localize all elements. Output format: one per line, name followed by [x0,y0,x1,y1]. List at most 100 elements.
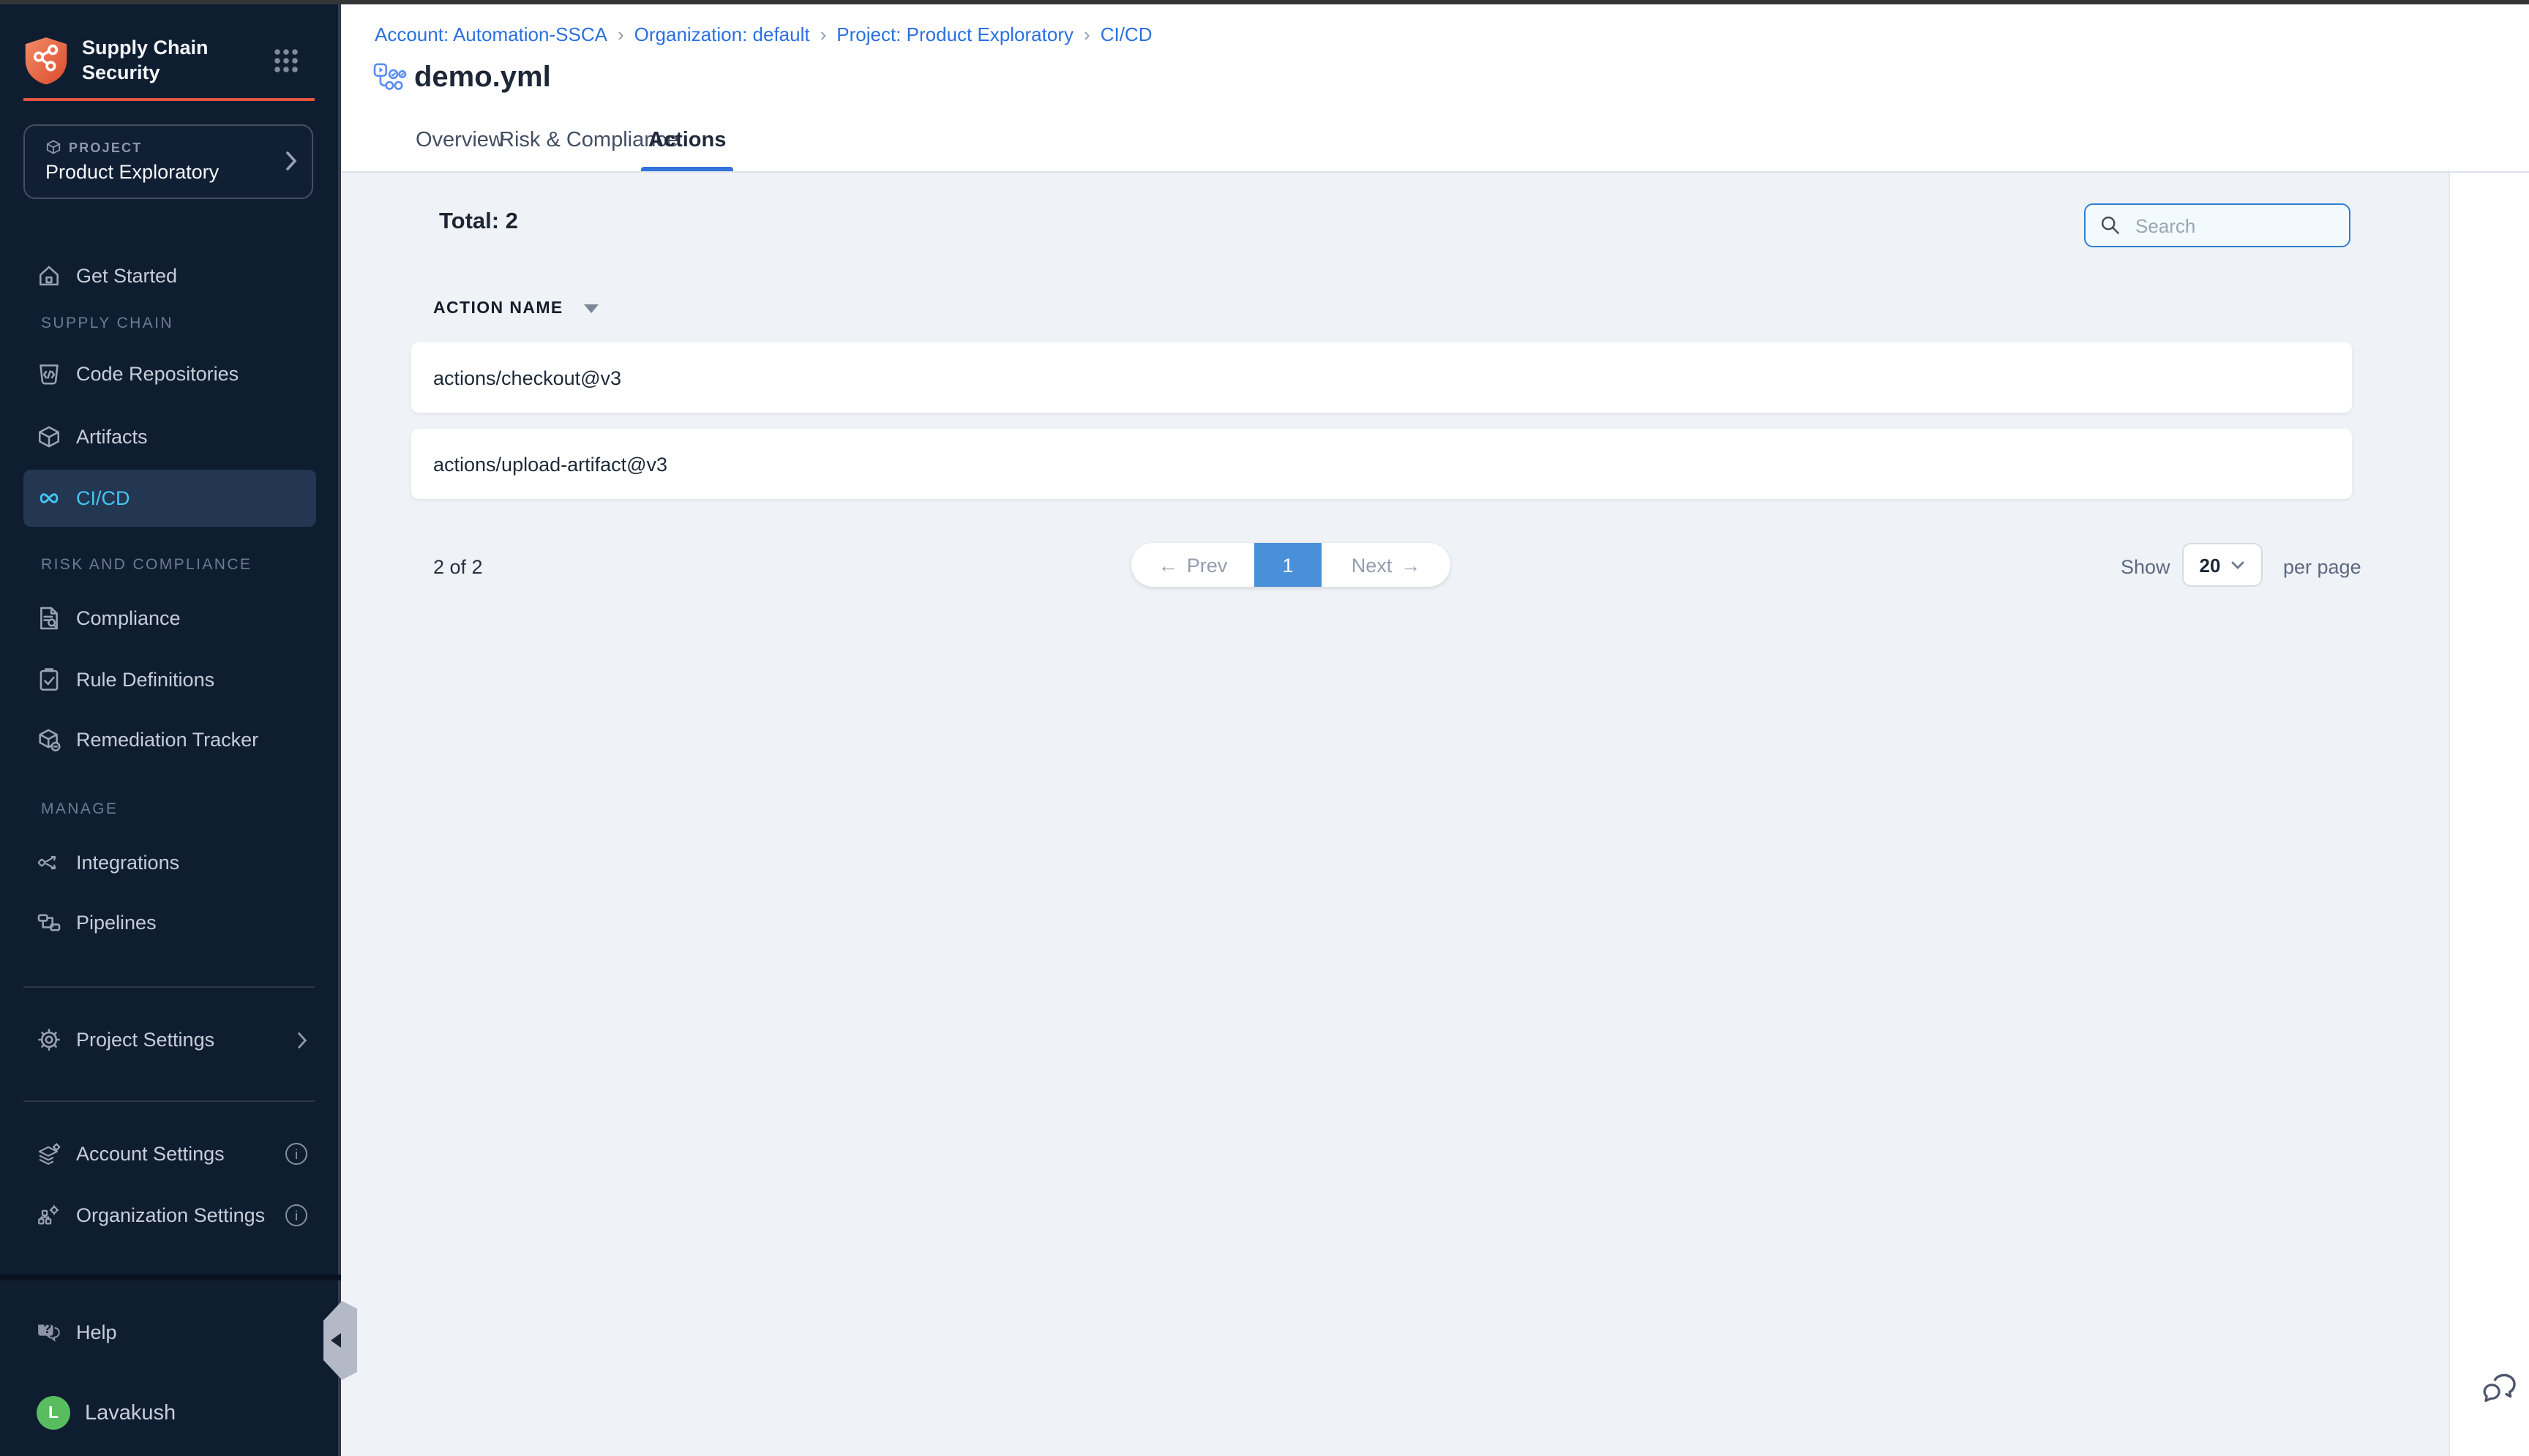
breadcrumb-organization-link[interactable]: Organization: default [634,23,810,45]
sidebar-item-label: CI/CD [76,487,130,509]
app-window: Supply ChainSecurity PROJECT Product Exp… [0,0,2529,1456]
sidebar-item-organization-settings[interactable]: Organization Settings i [23,1187,316,1244]
sidebar: Supply ChainSecurity PROJECT Product Exp… [0,4,341,1456]
sidebar-item-label: Get Started [76,265,177,287]
chevron-right-icon [297,1031,307,1048]
sidebar-item-cicd[interactable]: CI/CD [23,470,316,527]
action-name: actions/checkout@v3 [433,367,621,389]
brand-accent-divider [23,98,315,101]
sidebar-item-remediation-tracker[interactable]: Remediation Tracker [23,711,316,768]
sidebar-item-project-settings[interactable]: Project Settings [23,1011,316,1068]
breadcrumb-cicd-link[interactable]: CI/CD [1101,23,1153,45]
box-wrench-icon [37,727,61,752]
sidebar-item-label: Artifacts [76,426,148,448]
per-page-label: per page [2283,556,2361,578]
sidebar-item-label: Remediation Tracker [76,729,258,751]
sidebar-item-label: Code Repositories [76,363,239,385]
tab-bar: Overview Risk & Compliance Actions [341,111,2529,173]
share-network-icon [37,850,61,875]
total-count-label: Total: 2 [439,209,518,236]
sidebar-item-compliance[interactable]: Compliance [23,590,316,647]
next-page-button[interactable]: Next → [1322,543,1450,587]
pagination-range-label: 2 of 2 [433,556,483,578]
action-name: actions/upload-artifact@v3 [433,453,667,475]
sidebar-section-risk-and-compliance: RISK AND COMPLIANCE [41,556,252,574]
right-gutter [2449,173,2529,1456]
search-box [2084,203,2350,247]
app-switcher-grid-icon[interactable] [274,48,299,73]
sidebar-item-label: Compliance [76,607,181,629]
org-gear-icon [37,1203,61,1228]
right-arrow-icon: → [1401,554,1420,576]
sidebar-item-help[interactable]: ? Help [23,1304,316,1361]
infinity-icon [37,486,61,511]
help-chat-icon: ? [37,1320,61,1345]
sidebar-item-label: Pipelines [76,912,157,934]
table-header-action-name[interactable]: ACTION NAME [433,300,599,318]
page-size-value: 20 [2200,554,2221,576]
breadcrumb-separator-icon: › [1084,23,1090,45]
home-icon [37,263,61,288]
breadcrumb-project-link[interactable]: Project: Product Exploratory [836,23,1074,45]
user-name: Lavakush [85,1401,176,1425]
project-chevron-right-icon [285,151,297,171]
prev-page-button[interactable]: ← Prev [1131,543,1254,587]
left-arrow-icon: ← [1158,554,1178,576]
tab-overview[interactable]: Overview [416,111,504,171]
document-search-icon [37,606,61,631]
page-size-select[interactable]: 20 [2182,543,2263,587]
pipelines-workflow-icon [37,910,61,935]
pipeline-file-icon [373,63,407,94]
layers-gear-icon [37,1141,61,1166]
sidebar-footer-separator [0,1275,341,1280]
sidebar-item-label: Project Settings [76,1029,214,1051]
breadcrumb: Account: Automation-SSCA › Organization:… [375,23,1152,45]
sidebar-item-pipelines[interactable]: Pipelines [23,894,316,951]
sidebar-item-rule-definitions[interactable]: Rule Definitions [23,651,316,708]
sidebar-section-manage: MANAGE [41,800,118,818]
supply-chain-security-logo-icon [23,35,69,86]
gear-icon [37,1027,61,1052]
page-number-button[interactable]: 1 [1254,543,1322,587]
pagination-pager: ← Prev 1 Next → [1131,543,1450,587]
sidebar-item-label: Help [76,1321,117,1343]
collapse-left-arrow-icon [331,1333,341,1348]
sidebar-section-supply-chain: SUPPLY CHAIN [41,315,173,332]
tab-actions[interactable]: Actions [648,111,726,171]
table-row[interactable]: actions/upload-artifact@v3 [411,429,2352,499]
search-input[interactable] [2132,213,2328,238]
project-cube-icon [45,139,61,155]
app-title: Supply ChainSecurity [82,37,209,85]
user-avatar: L [37,1396,70,1430]
sort-caret-icon [584,304,599,313]
page-header [341,4,2529,111]
sidebar-item-artifacts[interactable]: Artifacts [23,408,316,465]
sidebar-item-get-started[interactable]: Get Started [23,247,316,304]
sidebar-item-code-repositories[interactable]: Code Repositories [23,345,316,402]
code-repository-icon [37,361,61,386]
sidebar-item-label: Organization Settings [76,1204,265,1226]
search-icon [2100,215,2121,236]
info-icon[interactable]: i [285,1204,307,1226]
sidebar-item-label: Account Settings [76,1143,225,1165]
show-label: Show [2121,556,2170,578]
cube-icon [37,424,61,449]
sidebar-item-user-profile[interactable]: L Lavakush [23,1384,316,1441]
chevron-down-icon [2230,560,2245,570]
project-selector[interactable]: PROJECT Product Exploratory [23,124,313,199]
sidebar-item-label: Rule Definitions [76,669,214,691]
sidebar-divider [23,986,315,988]
sidebar-item-integrations[interactable]: Integrations [23,834,316,891]
sidebar-item-account-settings[interactable]: Account Settings i [23,1125,316,1182]
sidebar-divider [23,1100,315,1102]
column-header-label: ACTION NAME [433,300,563,318]
table-row[interactable]: actions/checkout@v3 [411,342,2352,413]
clipboard-check-icon [37,667,61,692]
breadcrumb-separator-icon: › [618,23,624,45]
info-icon[interactable]: i [285,1143,307,1165]
page-title: demo.yml [414,61,551,95]
breadcrumb-separator-icon: › [820,23,827,45]
project-name: Product Exploratory [45,161,219,183]
breadcrumb-account-link[interactable]: Account: Automation-SSCA [375,23,607,45]
chat-widget-icon[interactable] [2481,1371,2519,1406]
